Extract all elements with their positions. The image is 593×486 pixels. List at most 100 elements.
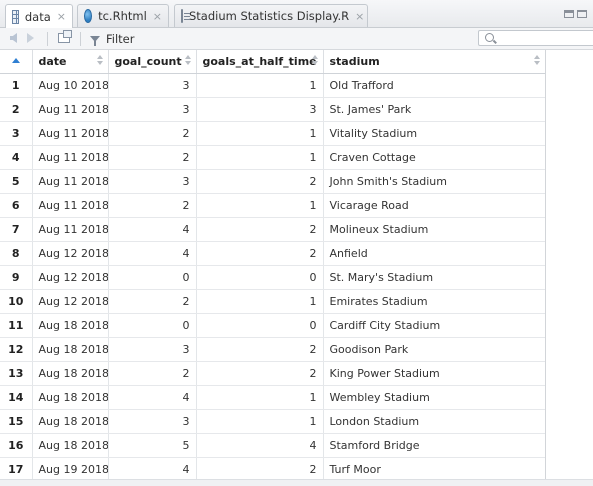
cell-goals-at-half-time: 4: [196, 433, 324, 458]
grid-icon: [12, 9, 19, 24]
table-row[interactable]: 11 Aug 18 2018 0 0 Cardiff City Stadium: [0, 313, 545, 338]
table-row[interactable]: 3 Aug 11 2018 2 1 Vitality Stadium: [0, 121, 545, 146]
cell-date: Aug 18 2018: [32, 313, 109, 338]
cell-date: Aug 18 2018: [32, 337, 109, 362]
cell-stadium: Anfield: [323, 241, 545, 266]
cell-stadium: Craven Cottage: [323, 145, 545, 170]
column-header-stadium[interactable]: stadium: [323, 50, 545, 74]
cell-stadium: Vitality Stadium: [323, 121, 545, 146]
filter-button[interactable]: Filter: [90, 30, 134, 47]
cell-stadium: Molineux Stadium: [323, 217, 545, 242]
table-row[interactable]: 6 Aug 11 2018 2 1 Vicarage Road: [0, 193, 545, 218]
row-number: 17: [0, 457, 33, 482]
globe-icon: [84, 9, 93, 23]
table-row[interactable]: 10 Aug 12 2018 2 1 Emirates Stadium: [0, 289, 545, 314]
close-icon[interactable]: ×: [57, 10, 66, 23]
cell-date: Aug 18 2018: [32, 385, 109, 410]
table-row[interactable]: 17 Aug 19 2018 4 2 Turf Moor: [0, 457, 545, 482]
cell-goals-at-half-time: 1: [196, 385, 324, 410]
cell-goal-count: 3: [108, 409, 197, 434]
cell-date: Aug 19 2018: [32, 457, 109, 482]
header-row: date goal_count goals_at_half_time stadi…: [0, 50, 545, 74]
cell-date: Aug 10 2018: [32, 73, 109, 98]
table-row[interactable]: 9 Aug 12 2018 0 0 St. Mary's Stadium: [0, 265, 545, 290]
cell-stadium: Emirates Stadium: [323, 289, 545, 314]
cell-goal-count: 3: [108, 97, 197, 122]
forward-arrow-icon[interactable]: [27, 33, 34, 43]
cell-stadium: Goodison Park: [323, 337, 545, 362]
cell-stadium: London Stadium: [323, 409, 545, 434]
table-row[interactable]: 1 Aug 10 2018 3 1 Old Trafford: [0, 73, 545, 98]
cell-date: Aug 11 2018: [32, 217, 109, 242]
close-icon[interactable]: ×: [153, 10, 162, 23]
cell-goal-count: 2: [108, 361, 197, 386]
pane-window-controls: [564, 10, 587, 18]
back-arrow-icon[interactable]: [10, 33, 17, 43]
cell-stadium: St. James' Park: [323, 97, 545, 122]
row-number-header[interactable]: [0, 50, 33, 74]
sort-ascending-icon: [11, 58, 20, 63]
table-row[interactable]: 2 Aug 11 2018 3 3 St. James' Park: [0, 97, 545, 122]
minimize-pane-icon[interactable]: [564, 10, 574, 18]
column-header-label: date: [38, 55, 67, 68]
table-row[interactable]: 8 Aug 12 2018 4 2 Anfield: [0, 241, 545, 266]
cell-goals-at-half-time: 0: [196, 265, 324, 290]
cell-date: Aug 18 2018: [32, 361, 109, 386]
cell-goals-at-half-time: 2: [196, 217, 324, 242]
table-row[interactable]: 13 Aug 18 2018 2 2 King Power Stadium: [0, 361, 545, 386]
cell-goal-count: 2: [108, 289, 197, 314]
table-body: 1 Aug 10 2018 3 1 Old Trafford 2 Aug 11 2018 3 3…: [0, 73, 545, 482]
table-row[interactable]: 7 Aug 11 2018 4 2 Molineux Stadium: [0, 217, 545, 242]
search-field[interactable]: [478, 30, 593, 46]
cell-date: Aug 12 2018: [32, 265, 109, 290]
cell-stadium: Old Trafford: [323, 73, 545, 98]
toolbar-separator: [47, 32, 48, 46]
cell-goals-at-half-time: 0: [196, 313, 324, 338]
filter-label: Filter: [106, 31, 135, 46]
toolbar-separator: [80, 32, 81, 46]
cell-date: Aug 11 2018: [32, 97, 109, 122]
column-header-goals-at-half-time[interactable]: goals_at_half_time: [196, 50, 324, 74]
column-header-label: goal_count: [114, 55, 182, 68]
tab-tc-rhtml[interactable]: tc.Rhtml ×: [77, 4, 169, 27]
cell-goals-at-half-time: 1: [196, 145, 324, 170]
cell-stadium: Cardiff City Stadium: [323, 313, 545, 338]
column-header-label: stadium: [329, 55, 380, 68]
search-input[interactable]: [499, 31, 589, 45]
search-icon: [485, 33, 494, 42]
cell-goals-at-half-time: 2: [196, 169, 324, 194]
cell-goal-count: 2: [108, 193, 197, 218]
table-row[interactable]: 15 Aug 18 2018 3 1 London Stadium: [0, 409, 545, 434]
row-number: 7: [0, 217, 33, 242]
data-table: date goal_count goals_at_half_time stadi…: [0, 50, 545, 482]
cell-stadium: Turf Moor: [323, 457, 545, 482]
show-in-new-window-icon[interactable]: [58, 30, 72, 43]
row-number: 6: [0, 193, 33, 218]
row-number: 9: [0, 265, 33, 290]
funnel-icon: [90, 35, 100, 46]
cell-goal-count: 3: [108, 73, 197, 98]
table-row[interactable]: 4 Aug 11 2018 2 1 Craven Cottage: [0, 145, 545, 170]
column-header-goal-count[interactable]: goal_count: [108, 50, 197, 74]
tab-data[interactable]: data ×: [5, 4, 73, 28]
table-row[interactable]: 14 Aug 18 2018 4 1 Wembley Stadium: [0, 385, 545, 410]
cell-goal-count: 4: [108, 457, 197, 482]
tab-stadium-statistics-display[interactable]: Stadium Statistics Display.R ×: [174, 4, 368, 27]
cell-goals-at-half-time: 2: [196, 337, 324, 362]
cell-goals-at-half-time: 1: [196, 289, 324, 314]
maximize-pane-icon[interactable]: [577, 10, 587, 18]
column-header-date[interactable]: date: [32, 50, 109, 74]
data-grid: date goal_count goals_at_half_time stadi…: [0, 50, 546, 485]
cell-goal-count: 2: [108, 121, 197, 146]
cell-goal-count: 4: [108, 241, 197, 266]
table-row[interactable]: 12 Aug 18 2018 3 2 Goodison Park: [0, 337, 545, 362]
tab-label: data: [24, 9, 51, 24]
table-row[interactable]: 16 Aug 18 2018 5 4 Stamford Bridge: [0, 433, 545, 458]
row-number: 15: [0, 409, 33, 434]
table-row[interactable]: 5 Aug 11 2018 3 2 John Smith's Stadium: [0, 169, 545, 194]
close-icon[interactable]: ×: [355, 10, 364, 23]
cell-goals-at-half-time: 3: [196, 97, 324, 122]
cell-stadium: Vicarage Road: [323, 193, 545, 218]
cell-goal-count: 5: [108, 433, 197, 458]
cell-goals-at-half-time: 2: [196, 361, 324, 386]
